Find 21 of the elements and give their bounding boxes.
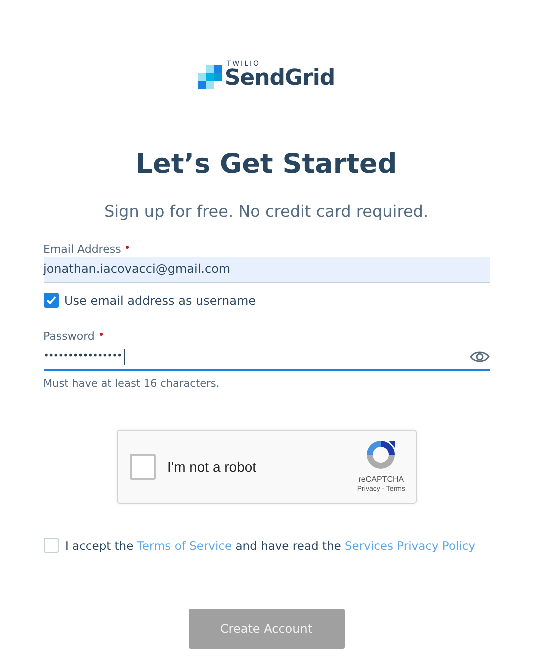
captcha-brand: reCAPTCHA	[358, 474, 404, 485]
page-heading: Let’s Get Started	[136, 148, 398, 182]
field-label: Email Address	[44, 243, 122, 256]
subtitle: Sign up for free. No credit card required.	[104, 202, 429, 221]
captcha-checkbox[interactable]	[130, 454, 156, 480]
field-label: Password	[44, 330, 95, 343]
logo-icon	[198, 65, 222, 89]
recaptcha-logo-icon	[365, 439, 398, 471]
checkbox-label: Use email address as username	[64, 294, 256, 308]
captcha-label: I'm not a robot	[168, 459, 258, 475]
link[interactable]: Terms of Service	[137, 538, 232, 552]
brand-name: SendGrid	[224, 68, 336, 90]
email-field[interactable]: jonathan.iacovacci@gmail.com	[44, 257, 490, 283]
checkmark-icon	[44, 294, 58, 307]
terms-sentence: I accept the Terms of Service and have read the Services Privacy Policy	[66, 538, 476, 552]
link[interactable]: Services Privacy Policy	[344, 538, 476, 552]
checkbox[interactable]	[44, 293, 58, 308]
helper-text: Must have at least 16 characters.	[44, 378, 221, 390]
text-cursor	[124, 348, 125, 364]
password-field[interactable]: ••••••••••••••••	[44, 344, 490, 371]
checkbox[interactable]	[44, 538, 58, 553]
